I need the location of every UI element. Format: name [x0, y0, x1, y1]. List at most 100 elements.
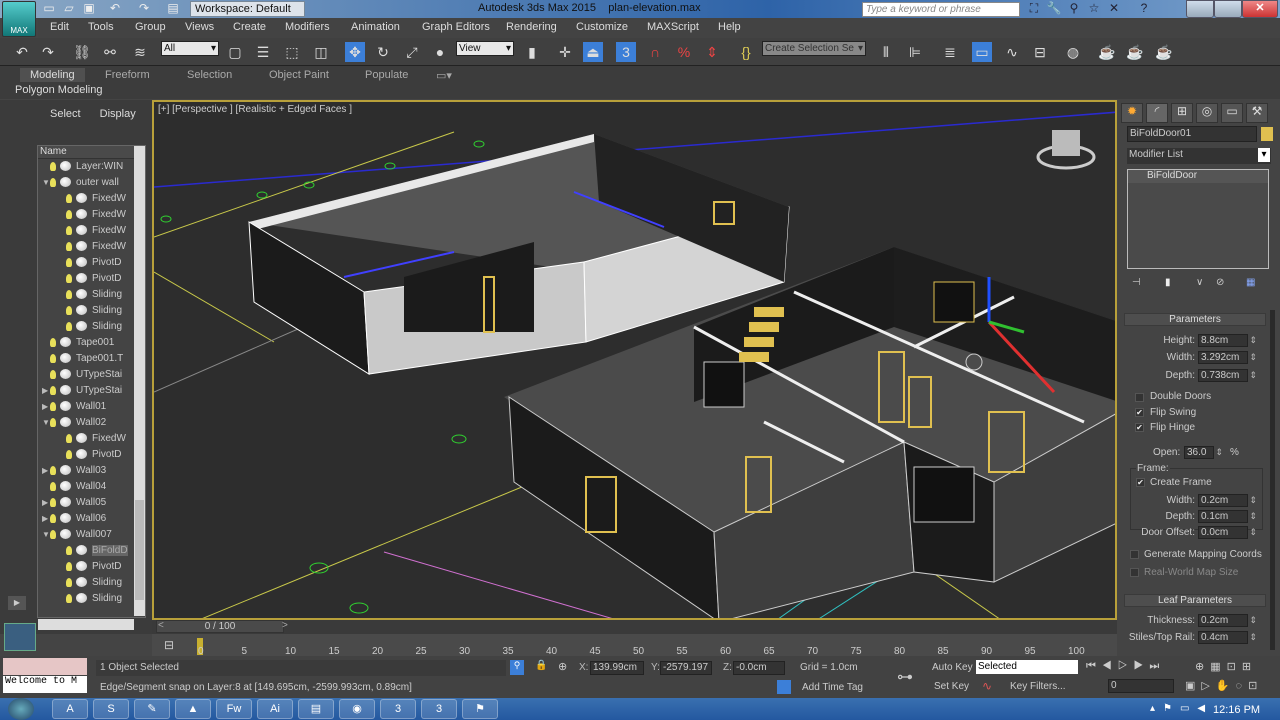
menu-create[interactable]: Create — [233, 21, 266, 33]
perspective-viewport[interactable] — [152, 100, 1117, 620]
expand-closed-icon[interactable]: ▶ — [42, 466, 50, 475]
expand-closed-icon[interactable]: ▶ — [42, 498, 50, 507]
select-link-icon[interactable]: ⛓ — [72, 42, 92, 62]
time-next-icon[interactable]: > — [282, 620, 288, 631]
scene-tree-item[interactable]: ▼ Wall02 — [42, 417, 106, 433]
visibility-bulb-icon[interactable] — [66, 209, 72, 219]
redo-icon[interactable]: ↷ — [135, 1, 153, 17]
scene-tree-item[interactable]: ▶ Wall06 — [42, 513, 106, 529]
menu-rendering[interactable]: Rendering — [506, 21, 557, 33]
visibility-bulb-icon[interactable] — [50, 353, 56, 363]
command-panel-scrollbar[interactable] — [1270, 310, 1275, 650]
ribbon-tab-selection[interactable]: Selection — [187, 69, 232, 81]
align-icon[interactable]: ⊫ — [905, 42, 925, 62]
selection-lock-icon[interactable]: 🔒 — [535, 660, 547, 671]
scene-tree-item[interactable]: FixedW — [58, 433, 126, 449]
edit-named-selection-icon[interactable]: {} — [736, 42, 756, 62]
scene-tree-item[interactable]: FixedW — [58, 225, 126, 241]
scene-tree-item[interactable]: BiFoldD — [58, 545, 128, 561]
frame-width-spinner[interactable]: 0.2cm — [1198, 494, 1257, 507]
menu-animation[interactable]: Animation — [351, 21, 400, 33]
redo-icon[interactable]: ↷ — [38, 42, 58, 62]
pin-stack-icon[interactable]: ⊣ — [1132, 277, 1141, 288]
expand-closed-icon[interactable]: ▶ — [42, 386, 50, 395]
y-coordinate-field[interactable]: -2579.197 — [660, 661, 712, 675]
snaps-toggle-icon[interactable]: 3 — [616, 42, 636, 62]
expand-open-icon[interactable]: ▼ — [42, 178, 50, 187]
window-crossing-icon[interactable]: ◫ — [311, 42, 331, 62]
visibility-bulb-icon[interactable] — [66, 241, 72, 251]
scene-tab-select[interactable]: Select — [50, 108, 81, 120]
scene-tree-item[interactable]: FixedW — [58, 241, 126, 257]
current-frame-field[interactable]: 0 — [1108, 679, 1174, 693]
new-file-icon[interactable]: ▭ — [40, 1, 58, 17]
viewport-layout-thumbnail[interactable] — [4, 623, 36, 651]
material-editor-icon[interactable]: ◍ — [1063, 42, 1083, 62]
create-frame-checkbox[interactable]: ✔ — [1136, 478, 1145, 487]
key-filters-button[interactable]: Key Filters... — [1010, 681, 1066, 692]
keyboard-shortcut-override-icon[interactable]: ⏏ — [583, 42, 603, 62]
scene-tree-item[interactable]: FixedW — [58, 209, 126, 225]
search-input[interactable]: Type a keyword or phrase — [862, 2, 1020, 17]
menu-views[interactable]: Views — [185, 21, 214, 33]
object-color-swatch[interactable] — [1261, 127, 1273, 141]
open-spinner[interactable]: 36.0 — [1184, 446, 1223, 459]
scene-tree-item[interactable]: PivotD — [58, 449, 121, 465]
scene-explorer-icon[interactable]: ▭ — [972, 42, 992, 62]
pivot-center-icon[interactable]: ▮ — [522, 42, 542, 62]
scene-tree-item[interactable]: Sliding — [58, 289, 122, 305]
select-move-icon[interactable]: ✥ — [345, 42, 365, 62]
menu-tools[interactable]: Tools — [88, 21, 114, 33]
auto-key-button[interactable]: Auto Key — [932, 662, 973, 673]
scene-tree-item[interactable]: Layer:WIN — [42, 161, 123, 177]
spinner-snap-icon[interactable]: ⇕ — [702, 42, 722, 62]
expand-open-icon[interactable]: ▼ — [42, 418, 50, 427]
leaf-parameters-rollout-header[interactable]: Leaf Parameters — [1124, 594, 1266, 607]
time-slider[interactable]: 0 / 100 — [156, 620, 284, 633]
system-tray-icons[interactable]: ▴⚑▭◀ — [1150, 703, 1213, 714]
ribbon-tab-freeform[interactable]: Freeform — [105, 69, 150, 81]
visibility-bulb-icon[interactable] — [50, 529, 56, 539]
render-production-icon[interactable]: ☕ — [1154, 42, 1174, 62]
menu-modifiers[interactable]: Modifiers — [285, 21, 330, 33]
scene-tree-item[interactable]: UTypeStai — [42, 369, 122, 385]
hierarchy-tab-icon[interactable]: ⊞ — [1171, 103, 1193, 123]
ribbon-tab-object-paint[interactable]: Object Paint — [269, 69, 329, 81]
taskbar-3dsmax-icon[interactable]: 3 — [421, 699, 457, 719]
save-icon[interactable]: ▣ — [80, 1, 98, 17]
modifier-list-dropdown[interactable]: Modifier List — [1127, 148, 1271, 164]
utilities-tab-icon[interactable]: ⚒ — [1246, 103, 1268, 123]
scene-tree-item[interactable]: Sliding — [58, 577, 122, 593]
ribbon-tab-modeling[interactable]: Modeling — [20, 68, 85, 82]
motion-tab-icon[interactable]: ◎ — [1196, 103, 1218, 123]
visibility-bulb-icon[interactable] — [50, 369, 56, 379]
visibility-bulb-icon[interactable] — [50, 337, 56, 347]
visibility-bulb-icon[interactable] — [50, 161, 56, 171]
scene-tree-item[interactable]: Wall04 — [42, 481, 106, 497]
visibility-bulb-icon[interactable] — [50, 513, 56, 523]
minimize-button[interactable] — [1186, 0, 1214, 18]
taskbar-explorer-icon[interactable]: ▤ — [298, 699, 334, 719]
scene-tree-item[interactable]: Sliding — [58, 305, 122, 321]
ribbon-panel-polygon-modeling[interactable]: Polygon Modeling — [15, 84, 102, 96]
unlink-icon[interactable]: ⚯ — [100, 42, 120, 62]
create-tab-icon[interactable]: ✹ — [1121, 103, 1143, 123]
open-file-icon[interactable]: ▱ — [60, 1, 78, 17]
modify-tab-icon[interactable]: ◜ — [1146, 103, 1168, 123]
display-tab-icon[interactable]: ▭ — [1221, 103, 1243, 123]
scene-tree-item[interactable]: ▶ UTypeStai — [42, 385, 122, 401]
scene-tree-item[interactable]: PivotD — [58, 273, 121, 289]
menu-edit[interactable]: Edit — [50, 21, 69, 33]
flip-hinge-checkbox[interactable]: ✔ — [1135, 423, 1144, 432]
visibility-bulb-icon[interactable] — [50, 465, 56, 475]
visibility-bulb-icon[interactable] — [50, 417, 56, 427]
configure-modifier-sets-icon[interactable]: ▦ — [1246, 277, 1255, 288]
flip-swing-checkbox[interactable]: ✔ — [1135, 408, 1144, 417]
scene-tab-display[interactable]: Display — [100, 108, 136, 120]
scene-tree-item[interactable]: ▶ Wall03 — [42, 465, 106, 481]
favorites-star-icon[interactable]: ☆ — [1085, 1, 1103, 17]
time-tag-icon[interactable] — [777, 680, 791, 694]
close-button[interactable]: ✕ — [1242, 0, 1278, 18]
scene-tree-item[interactable]: ▶ Wall01 — [42, 401, 106, 417]
visibility-bulb-icon[interactable] — [66, 433, 72, 443]
